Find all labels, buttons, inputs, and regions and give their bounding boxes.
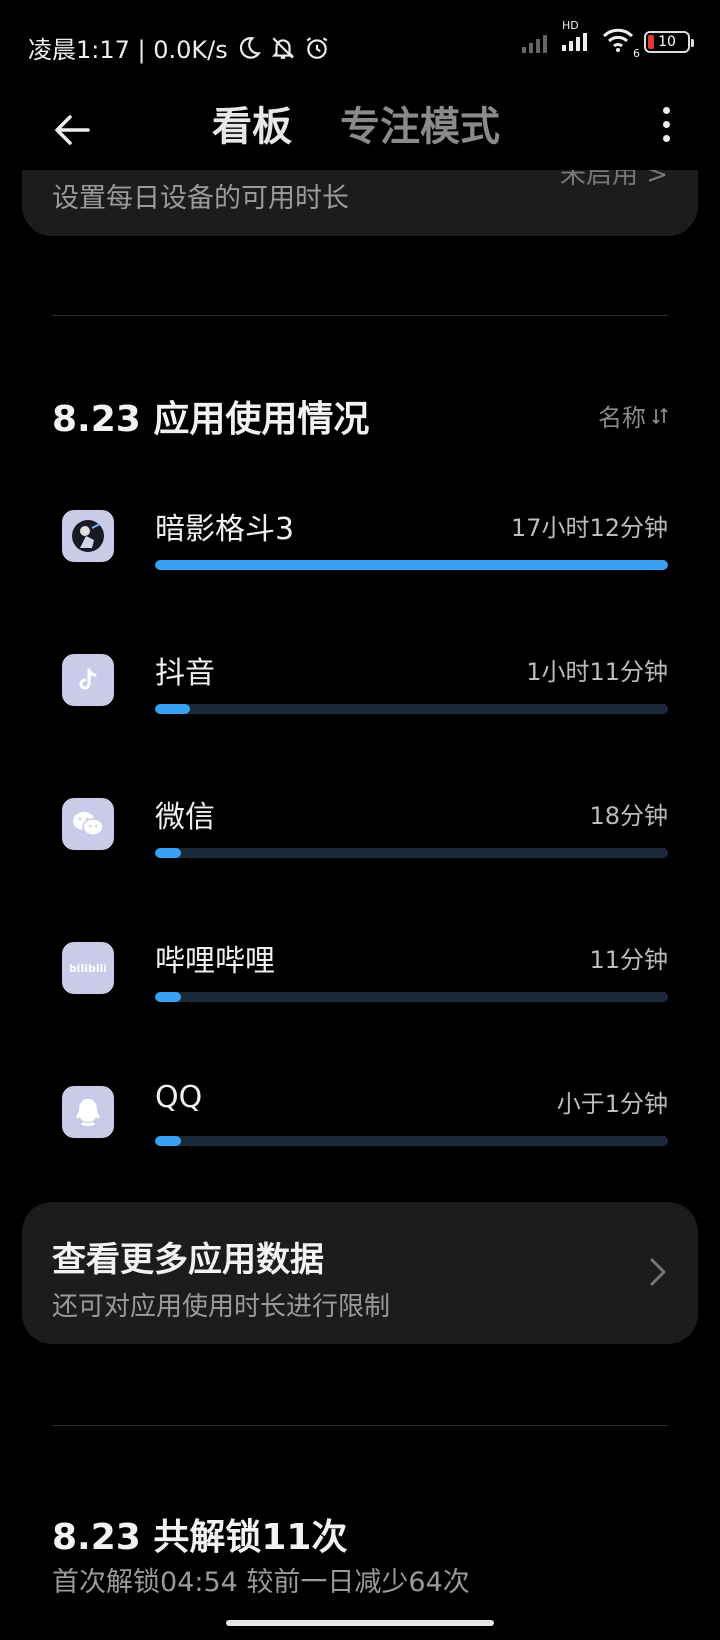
- usage-bar-fill: [155, 704, 191, 714]
- tab-board[interactable]: 看板: [212, 94, 292, 152]
- wifi: 6: [602, 28, 640, 60]
- status-bar: 凌晨1:17 | 0.0K/s HD 6 10: [0, 0, 720, 92]
- section-divider: [52, 315, 668, 316]
- more-dot-icon: [662, 135, 670, 142]
- moon-icon: [239, 36, 261, 59]
- more-dot-icon: [662, 121, 670, 128]
- signal-weak-icon: [522, 35, 547, 53]
- app-name: 抖音: [155, 656, 215, 691]
- status-right: HD 6 10: [522, 19, 694, 60]
- back-arrow-icon[interactable]: [48, 106, 96, 154]
- app-name: 哔哩哔哩: [155, 944, 275, 979]
- alarm-icon: [306, 36, 328, 59]
- douyin-icon: [62, 654, 114, 706]
- usage-bar-track: [155, 560, 668, 570]
- signal-icon: [562, 33, 587, 51]
- bilibili-icon: bilibili: [62, 942, 114, 994]
- wifi-icon: [602, 28, 634, 52]
- app-name: QQ: [155, 1080, 203, 1115]
- usage-bar-track: [155, 1136, 668, 1146]
- usage-bar-fill: [155, 1136, 181, 1146]
- wifi-badge: 6: [633, 47, 640, 60]
- more-app-data-card[interactable]: 查看更多应用数据 还可对应用使用时长进行限制: [22, 1202, 698, 1344]
- app-time: 11分钟: [589, 946, 668, 974]
- more-app-data-title: 查看更多应用数据: [52, 1240, 324, 1280]
- app-name: 暗影格斗3: [155, 512, 295, 547]
- sort-icon: [652, 407, 668, 424]
- usage-bar-track: [155, 704, 668, 714]
- app-time: 1小时11分钟: [526, 658, 668, 686]
- daily-limit-subtitle: 设置每日设备的可用时长: [52, 183, 349, 214]
- qq-icon: [62, 1086, 114, 1138]
- shadow-fight-icon: [62, 510, 114, 562]
- battery-icon: 10: [644, 31, 694, 53]
- app-row-douyin[interactable]: 抖音 1小时11分钟: [0, 638, 720, 738]
- svg-text:bilibili: bilibili: [70, 962, 106, 975]
- signal-hd: HD: [562, 19, 592, 55]
- battery-fill: [648, 35, 654, 49]
- app-time: 小于1分钟: [556, 1090, 668, 1118]
- app-time: 17小时12分钟: [510, 514, 668, 542]
- app-row-bilibili[interactable]: bilibili 哔哩哔哩 11分钟: [0, 926, 720, 1026]
- usage-bar-fill: [155, 848, 181, 858]
- app-name: 微信: [155, 800, 215, 835]
- sort-button[interactable]: 名称: [598, 398, 668, 433]
- app-header: 看板 专注模式: [0, 92, 720, 170]
- unlock-title: 8.23 共解锁11次: [52, 1517, 348, 1558]
- tab-focus-mode[interactable]: 专注模式: [340, 94, 500, 152]
- app-row-shadow-fight[interactable]: 暗影格斗3 17小时12分钟: [0, 494, 720, 594]
- section-divider: [52, 1425, 668, 1426]
- chevron-right-icon: [650, 1258, 666, 1286]
- bell-off-icon: [271, 36, 295, 59]
- usage-bar-track: [155, 992, 668, 1002]
- more-options-button[interactable]: [652, 100, 680, 156]
- unlock-subtitle: 首次解锁04:54 较前一日减少64次: [52, 1567, 470, 1598]
- usage-bar-fill: [155, 992, 181, 1002]
- usage-section-title: 8.23 应用使用情况: [52, 399, 370, 440]
- app-row-qq[interactable]: QQ 小于1分钟: [0, 1070, 720, 1170]
- hd-label: HD: [562, 19, 579, 32]
- more-app-data-subtitle: 还可对应用使用时长进行限制: [52, 1292, 391, 1322]
- status-left: 凌晨1:17 | 0.0K/s: [28, 30, 330, 65]
- usage-bar-track: [155, 848, 668, 858]
- app-time: 18分钟: [589, 802, 668, 830]
- battery-level: 10: [658, 34, 676, 50]
- usage-bar-fill: [155, 560, 668, 570]
- sort-label: 名称: [598, 404, 646, 432]
- app-row-wechat[interactable]: 微信 18分钟: [0, 782, 720, 882]
- home-indicator[interactable]: [226, 1620, 494, 1626]
- more-dot-icon: [662, 107, 670, 114]
- wechat-icon: [62, 798, 114, 850]
- status-time: 凌晨1:17 | 0.0K/s: [28, 36, 228, 64]
